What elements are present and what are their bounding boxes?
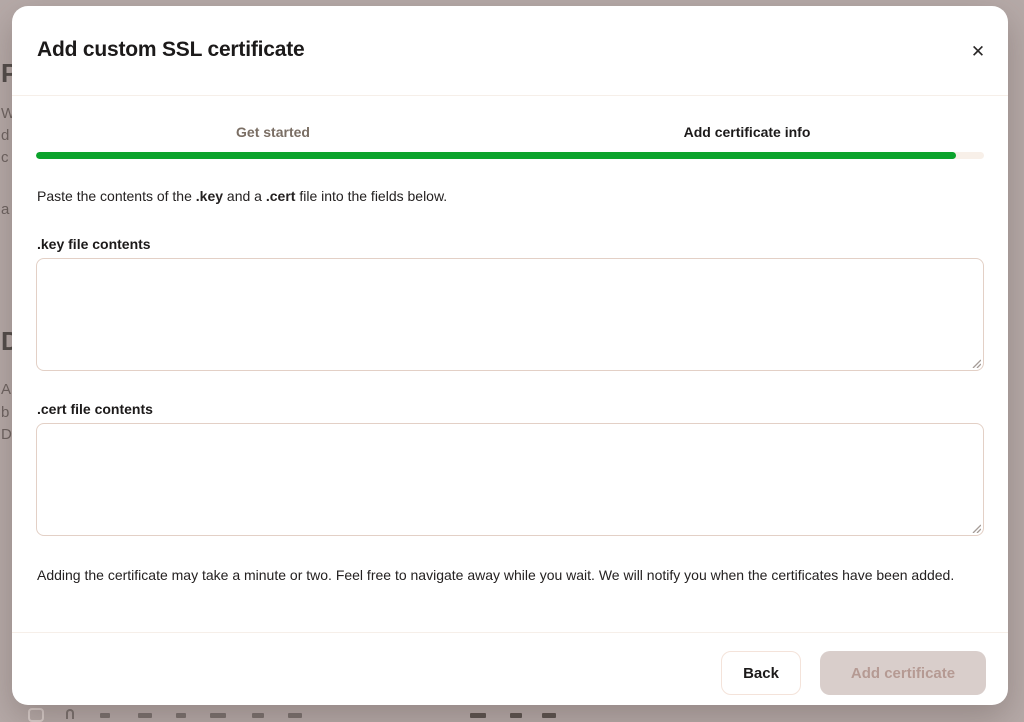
progress-bar-fill: [36, 152, 956, 159]
background-text-fragment: A: [1, 381, 11, 398]
cert-file-textarea[interactable]: [36, 423, 984, 536]
intro-text-part-bold: .cert: [266, 188, 296, 204]
intro-text-part: file into the fields below.: [295, 188, 447, 204]
background-text-fragment: b: [1, 404, 9, 421]
step-add-certificate-info[interactable]: Add certificate info: [510, 124, 984, 140]
background-text-fragment: W: [1, 105, 12, 122]
intro-text-part: Paste the contents of the: [37, 188, 196, 204]
progress-bar-track: [36, 152, 984, 159]
intro-text: Paste the contents of the .key and a .ce…: [37, 188, 447, 204]
cert-file-field-wrap: [36, 423, 984, 536]
note-text: Adding the certificate may take a minute…: [37, 565, 967, 586]
background-text-fragment: D: [1, 326, 12, 357]
cert-file-label: .cert file contents: [37, 401, 153, 417]
background-page-bottom-fragments: [0, 705, 1024, 716]
close-button[interactable]: ✕: [962, 36, 994, 68]
step-get-started[interactable]: Get started: [36, 124, 510, 140]
background-text-fragment: P: [1, 58, 12, 89]
background-text-fragment: a: [1, 201, 9, 218]
intro-text-part: and a: [223, 188, 266, 204]
background-lock-icon-fragment: [66, 709, 74, 719]
key-file-textarea[interactable]: [36, 258, 984, 371]
close-icon: ✕: [971, 42, 985, 61]
wizard-steps: Get started Add certificate info: [36, 124, 984, 140]
header-divider: [12, 95, 1008, 96]
background-text-fragment: c: [1, 149, 9, 166]
modal-footer: Back Add certificate: [721, 651, 986, 695]
intro-text-part-bold: .key: [196, 188, 223, 204]
footer-divider: [12, 632, 1008, 633]
background-text-fragment: D: [1, 426, 12, 443]
resize-grip-icon[interactable]: [970, 522, 981, 533]
background-text-fragment: d: [1, 127, 9, 144]
modal-title: Add custom SSL certificate: [37, 38, 304, 62]
background-page-left-fragments: P W d c a D A b D: [0, 0, 12, 716]
add-certificate-button[interactable]: Add certificate: [820, 651, 986, 695]
resize-grip-icon[interactable]: [970, 357, 981, 368]
key-file-field-wrap: [36, 258, 984, 371]
back-button[interactable]: Back: [721, 651, 801, 695]
key-file-label: .key file contents: [37, 236, 151, 252]
ssl-certificate-modal: Add custom SSL certificate ✕ Get started…: [12, 6, 1008, 705]
background-checkbox-fragment: [28, 708, 44, 722]
